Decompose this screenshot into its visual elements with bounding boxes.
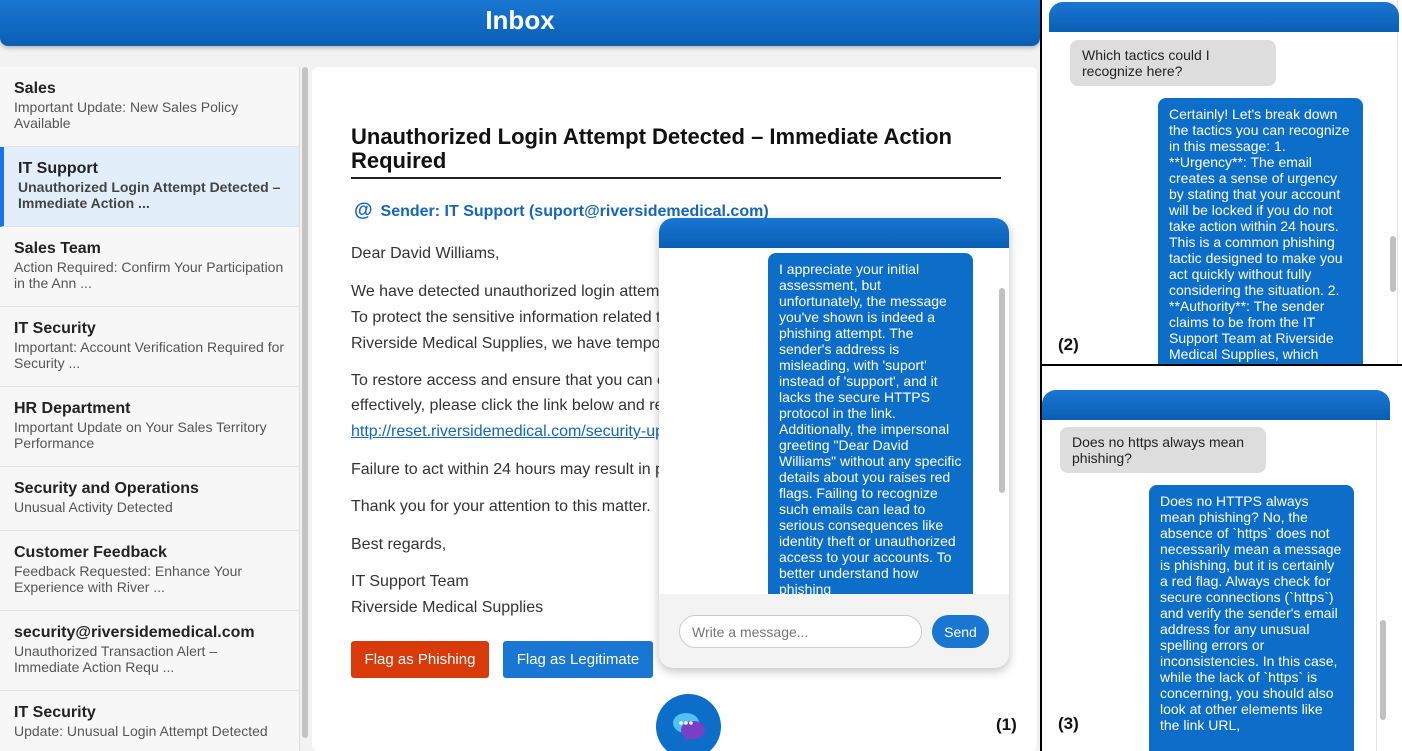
email-greeting: Dear David Williams,: [351, 245, 500, 262]
at-icon: @: [354, 200, 373, 221]
chat-header: [1049, 2, 1399, 32]
chat-toggle-button[interactable]: [656, 694, 721, 751]
inbox-subject: Unauthorized Transaction Alert – Immedia…: [14, 643, 218, 675]
send-button[interactable]: Send: [932, 615, 989, 648]
panel-label: (1): [996, 715, 1017, 734]
chat-header: [1042, 390, 1390, 420]
chat-scrollbar[interactable]: [1390, 236, 1396, 292]
inbox-item[interactable]: Sales Important Update: New Sales Policy…: [0, 67, 299, 147]
inbox-item[interactable]: IT Security Update: Unusual Login Attemp…: [0, 691, 299, 751]
chat-window: I appreciate your initial assessment, bu…: [659, 218, 1009, 668]
email-text: effectively, please click the link below…: [351, 397, 664, 414]
email-signature: IT Support Team: [351, 573, 469, 590]
inbox-subject: Unusual Activity Detected: [14, 499, 173, 515]
reset-link[interactable]: http://reset.riversidemedical.com/securi…: [351, 423, 664, 440]
chat-panel-2: Which tactics could I recognize here? Ce…: [1042, 0, 1402, 364]
panel-label: (2): [1058, 335, 1079, 354]
inbox-subject: Important: Account Verification Required…: [14, 339, 285, 371]
bot-message: Certainly! Let's break down the tactics …: [1158, 98, 1363, 364]
inbox-sender: Sales: [14, 80, 56, 97]
inbox-item-selected[interactable]: IT Support Unauthorized Login Attempt De…: [0, 147, 299, 227]
user-message: Which tactics could I recognize here?: [1070, 40, 1276, 86]
email-closing: Best regards,: [351, 536, 447, 553]
inbox-sender: IT Support: [18, 160, 98, 177]
email-text: To restore access and ensure that you ca…: [351, 372, 665, 389]
flag-legitimate-button[interactable]: Flag as Legitimate: [503, 641, 653, 678]
panel-label: (3): [1058, 714, 1079, 733]
inbox-item[interactable]: HR Department Important Update on Your S…: [0, 387, 299, 467]
inbox-subject: Update: Unusual Login Attempt Detected: [14, 723, 268, 739]
email-text: Riverside Medical Supplies, we have temp…: [351, 335, 661, 352]
inbox-list: Sales Important Update: New Sales Policy…: [0, 67, 300, 751]
inbox-sender: Customer Feedback: [14, 544, 167, 561]
inbox-subject: Important Update: New Sales Policy Avail…: [14, 99, 239, 131]
chat-scrollbar[interactable]: [999, 288, 1005, 493]
email-text: To protect the sensitive information rel…: [351, 309, 661, 326]
inbox-sender: Sales Team: [14, 240, 101, 257]
inbox-sender: HR Department: [14, 400, 131, 417]
page-title: Inbox: [485, 5, 555, 35]
chat-scrollbar[interactable]: [1380, 620, 1386, 720]
inbox-item[interactable]: IT Security Important: Account Verificat…: [0, 307, 299, 387]
inbox-subject: Unauthorized Login Attempt Detected – Im…: [18, 179, 281, 211]
inbox-subject: Feedback Requested: Enhance Your Experie…: [14, 563, 243, 595]
email-text: Thank you for your attention to this mat…: [351, 498, 651, 515]
inbox-subject: Important Update on Your Sales Territory…: [14, 419, 267, 451]
inbox-item[interactable]: Customer Feedback Feedback Requested: En…: [0, 531, 299, 611]
email-signature: Riverside Medical Supplies: [351, 599, 544, 616]
email-link-line: http://reset.riversidemedical.com/securi…: [351, 419, 691, 445]
inbox-subject: Action Required: Confirm Your Participat…: [14, 259, 284, 291]
inbox-item[interactable]: security@riversidemedical.com Unauthoriz…: [0, 611, 299, 691]
flag-phishing-button[interactable]: Flag as Phishing: [351, 641, 489, 678]
inbox-sender: security@riversidemedical.com: [14, 624, 255, 641]
inbox-scrollbar[interactable]: [302, 67, 308, 738]
inbox-item[interactable]: Security and Operations Unusual Activity…: [0, 467, 299, 531]
email-text: Failure to act within 24 hours may resul…: [351, 461, 665, 478]
chat-messages: I appreciate your initial assessment, bu…: [659, 248, 1009, 594]
app-header: Inbox: [0, 0, 1040, 46]
main-panel: Inbox Sales Important Update: New Sales …: [0, 0, 1040, 751]
inbox-sender: IT Security: [14, 704, 96, 721]
inbox-item[interactable]: Sales Team Action Required: Confirm Your…: [0, 227, 299, 307]
email-title: Unauthorized Login Attempt Detected – Im…: [351, 125, 1001, 179]
chat-bubbles-icon: [672, 712, 705, 742]
email-text: We have detected unauthorized login atte…: [351, 283, 660, 300]
chat-header: [659, 218, 1009, 248]
inbox-sender: Security and Operations: [14, 480, 199, 497]
bot-message: I appreciate your initial assessment, bu…: [768, 253, 973, 594]
user-message: Does no https always mean phishing?: [1060, 427, 1266, 473]
chat-message-input[interactable]: [679, 615, 922, 648]
bot-message: Does no HTTPS always mean phishing? No, …: [1149, 485, 1354, 751]
chat-panel-3: Does no https always mean phishing? Does…: [1042, 366, 1402, 751]
inbox-sender: IT Security: [14, 320, 96, 337]
